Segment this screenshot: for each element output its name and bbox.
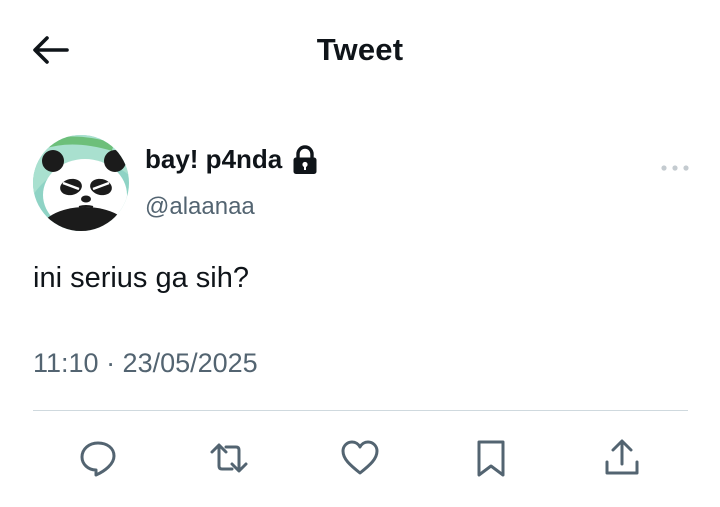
tweet-text: ini serius ga sih?: [33, 262, 249, 294]
panda-avatar-image: [33, 135, 129, 231]
tweet-author: bay! p4nda @alaanaa: [33, 135, 693, 235]
display-name[interactable]: bay! p4nda: [145, 144, 282, 175]
reply-button[interactable]: [76, 438, 120, 482]
like-button[interactable]: [338, 438, 382, 482]
more-options-button[interactable]: [657, 159, 693, 177]
divider: [33, 410, 688, 411]
lock-icon: [292, 145, 318, 175]
more-horizontal-icon: [660, 159, 690, 177]
top-bar: Tweet: [0, 0, 720, 104]
share-icon: [602, 438, 642, 483]
user-handle[interactable]: @alaanaa: [145, 193, 255, 221]
retweet-button[interactable]: [207, 438, 251, 482]
share-button[interactable]: [600, 438, 644, 482]
reply-icon: [78, 438, 118, 483]
page-title: Tweet: [316, 32, 404, 67]
tweet-timestamp[interactable]: 11:10 · 23/05/2025: [33, 348, 258, 379]
heart-icon: [340, 438, 380, 483]
display-name-row: bay! p4nda: [145, 143, 318, 175]
avatar[interactable]: [33, 135, 129, 231]
retweet-icon: [209, 438, 249, 483]
bookmark-button[interactable]: [469, 438, 513, 482]
bookmark-icon: [471, 438, 511, 483]
